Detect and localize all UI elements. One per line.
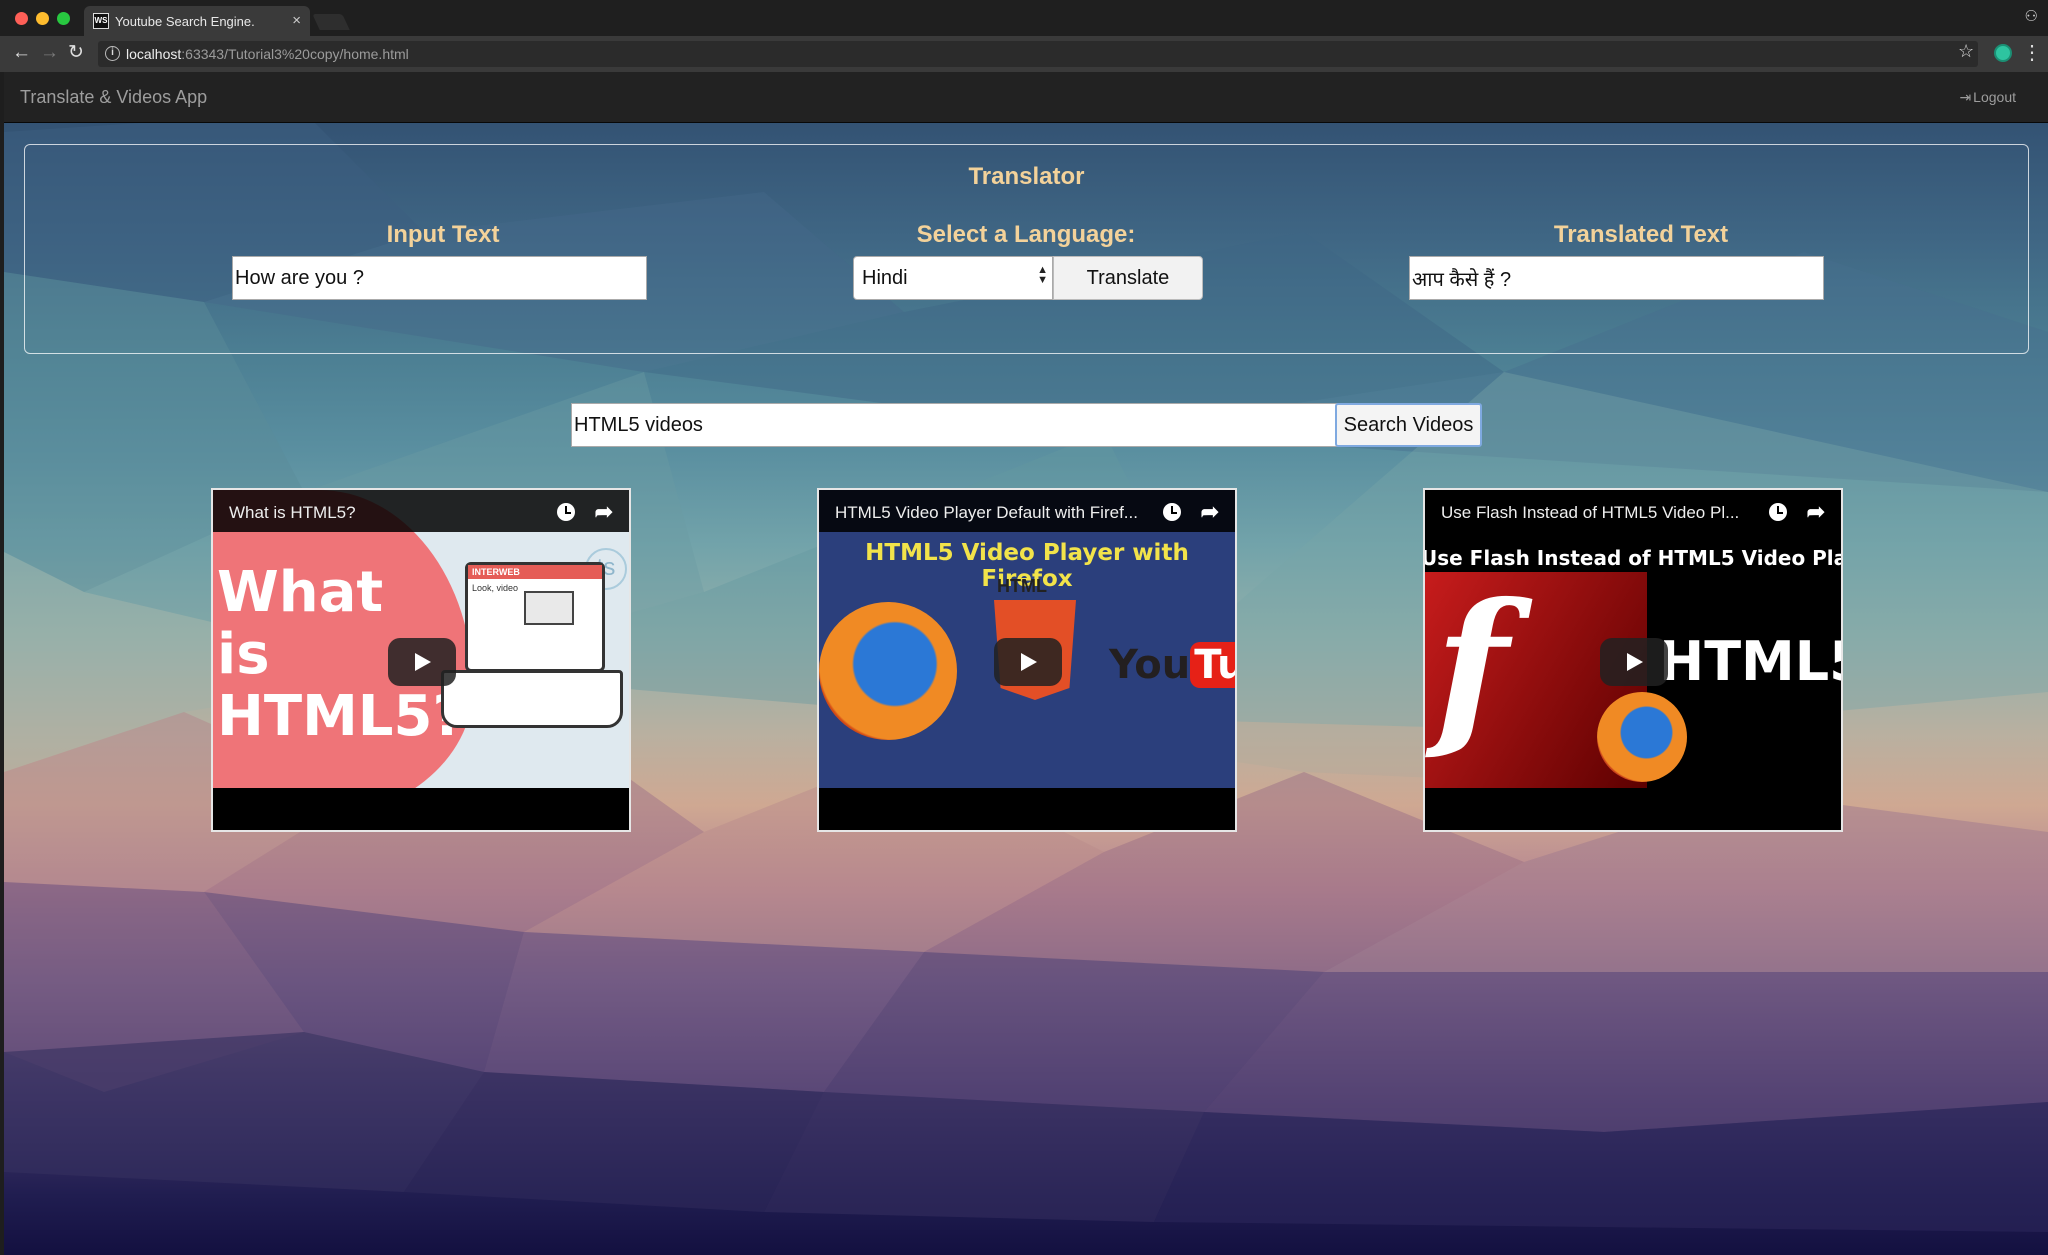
page: Translate & Videos App ⇥ Logout Translato…: [4, 72, 2048, 1255]
share-icon[interactable]: ➦: [1201, 499, 1219, 525]
play-button-icon[interactable]: [388, 638, 456, 686]
video-title[interactable]: Use Flash Instead of HTML5 Video Pl...: [1441, 503, 1761, 523]
thumb-headline: Use Flash Instead of HTML5 Video Player: [1425, 546, 1841, 570]
minimize-window-button[interactable]: [36, 12, 49, 25]
logout-icon: ⇥: [1959, 89, 1972, 105]
forward-arrow-icon[interactable]: →: [40, 43, 59, 63]
video-player-2[interactable]: HTML5 Video Player with Firefox HTML You…: [817, 488, 1237, 832]
app-navbar: Translate & Videos App ⇥ Logout: [4, 72, 2048, 123]
back-arrow-icon[interactable]: ←: [12, 43, 31, 63]
logout-label: Logout: [1973, 89, 2016, 105]
translator-title: Translator: [968, 163, 1085, 190]
bookmark-star-icon[interactable]: ☆: [1958, 41, 1974, 62]
browser-toolbar: ← → ↻ i localhost:63343/Tutorial3%20copy…: [0, 36, 2048, 72]
html5-text: HTML5: [1659, 630, 1841, 693]
translate-button[interactable]: Translate: [1053, 256, 1203, 300]
translator-panel: Translator Input Text Select a Language:…: [24, 144, 2029, 354]
video-player-3[interactable]: f Use Flash Instead of HTML5 Video Playe…: [1423, 488, 1843, 832]
input-text-field[interactable]: [232, 256, 647, 300]
firefox-logo: [1597, 692, 1687, 782]
watch-later-icon[interactable]: [1769, 503, 1787, 521]
play-button-icon[interactable]: [1600, 638, 1668, 686]
logout-link[interactable]: ⇥ Logout: [1959, 89, 2016, 106]
close-window-button[interactable]: [15, 12, 28, 25]
window-titlebar: WS Youtube Search Engine. × ⚇: [0, 0, 2048, 36]
tab-favicon-icon: WS: [93, 13, 109, 29]
video-player-1[interactable]: What is HTML5? ts INTERWEB Look, video W…: [211, 488, 631, 832]
search-videos-button[interactable]: Search Videos: [1335, 403, 1482, 447]
browser-tab[interactable]: WS Youtube Search Engine. ×: [84, 6, 310, 36]
reload-icon[interactable]: ↻: [68, 43, 84, 63]
thumb-text: HTML5?: [217, 684, 465, 749]
video-title[interactable]: HTML5 Video Player Default with Firef...: [835, 503, 1155, 523]
language-select-value: Hindi: [862, 267, 908, 289]
maximize-window-button[interactable]: [57, 12, 70, 25]
extension-icon[interactable]: [1994, 44, 2012, 62]
firefox-logo: [819, 602, 957, 740]
video-header: What is HTML5? ➦: [213, 490, 629, 532]
share-icon[interactable]: ➦: [595, 499, 613, 525]
video-header: HTML5 Video Player Default with Firef...…: [819, 490, 1235, 532]
tab-title: Youtube Search Engine.: [115, 14, 255, 29]
translated-text-label: Translated Text: [1553, 221, 1729, 248]
html-label: HTML: [997, 576, 1047, 596]
info-icon[interactable]: i: [105, 46, 120, 61]
play-button-icon[interactable]: [994, 638, 1062, 686]
input-text-label: Input Text: [386, 221, 500, 248]
flash-logo: f: [1435, 566, 1509, 766]
share-icon[interactable]: ➦: [1807, 499, 1825, 525]
video-title[interactable]: What is HTML5?: [229, 503, 549, 523]
browser-menu-icon[interactable]: ⋮: [2022, 40, 2042, 65]
translated-text-field[interactable]: [1409, 256, 1824, 300]
thumb-text: is: [217, 622, 270, 687]
select-language-label: Select a Language:: [916, 221, 1136, 248]
profile-icon[interactable]: ⚇: [2025, 7, 2038, 25]
laptop-illustration: INTERWEB Look, video: [465, 562, 605, 672]
watch-later-icon[interactable]: [557, 503, 575, 521]
address-bar[interactable]: i localhost:63343/Tutorial3%20copy/home.…: [98, 41, 1978, 67]
brand-title[interactable]: Translate & Videos App: [20, 87, 207, 108]
language-select[interactable]: Hindi ▲ ▼: [853, 256, 1053, 300]
video-header: Use Flash Instead of HTML5 Video Pl... ➦: [1425, 490, 1841, 532]
new-tab-button[interactable]: [312, 14, 350, 30]
youtube-logo: YouTube: [1109, 642, 1235, 688]
url-text: localhost:63343/Tutorial3%20copy/home.ht…: [126, 46, 409, 62]
thumb-text: What: [217, 560, 384, 625]
video-search-input[interactable]: [571, 403, 1341, 447]
select-arrows-icon: ▲ ▼: [1037, 264, 1048, 286]
watch-later-icon[interactable]: [1163, 503, 1181, 521]
tab-close-icon[interactable]: ×: [292, 12, 301, 29]
